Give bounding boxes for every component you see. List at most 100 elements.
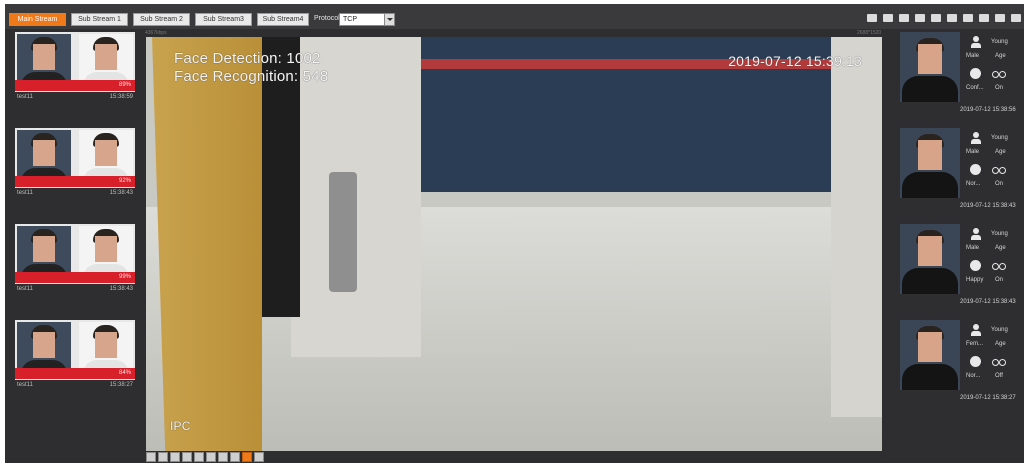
video-scene-bin bbox=[329, 172, 357, 292]
person-name: test11 bbox=[17, 190, 33, 196]
similarity-value: 99% bbox=[118, 274, 131, 280]
face-attribute-card[interactable]: Young Male Age Happy On 2019-07-12 15:38… bbox=[900, 224, 1020, 312]
tab-sub-stream-2[interactable]: Sub Stream 2 bbox=[133, 13, 190, 26]
gender-icon bbox=[970, 132, 982, 144]
stream-toolbar: Main Stream Sub Stream 1 Sub Stream 2 Su… bbox=[5, 4, 1024, 29]
gender-label: Male bbox=[966, 149, 980, 155]
expression-label: Nor... bbox=[966, 373, 981, 379]
gender-label: Male bbox=[966, 245, 980, 251]
video-scene-yellow-pillar bbox=[152, 37, 262, 451]
audio-icon[interactable] bbox=[978, 12, 990, 24]
similarity-bar: 92% bbox=[15, 176, 135, 187]
capture-time: 2019-07-12 15:38:27 bbox=[960, 395, 1016, 401]
person-name: test11 bbox=[17, 382, 33, 388]
capture-time: 15:38:43 bbox=[109, 190, 133, 196]
face-detection-count: Face Detection: 1002 bbox=[174, 50, 321, 67]
face-images: 89% bbox=[15, 32, 135, 92]
face-images: 99% bbox=[15, 224, 135, 284]
toolbar-icon-group bbox=[866, 12, 1022, 24]
age-label: Age bbox=[995, 341, 1006, 347]
similarity-value: 84% bbox=[118, 370, 131, 376]
display-icon[interactable] bbox=[930, 12, 942, 24]
capture-time: 15:38:43 bbox=[109, 286, 133, 292]
person-icon[interactable] bbox=[866, 12, 878, 24]
chevron-down-icon[interactable] bbox=[384, 14, 394, 25]
expression-icon bbox=[970, 164, 982, 176]
face-compare-card[interactable]: 89% test11 15:38:59 bbox=[13, 32, 137, 120]
ptz-icon[interactable] bbox=[146, 452, 156, 462]
grid-icon[interactable] bbox=[194, 452, 204, 462]
face-compare-card[interactable]: 84% test11 15:38:27 bbox=[13, 320, 137, 408]
face-images: 92% bbox=[15, 128, 135, 188]
face-attribute-card[interactable]: Young Male Age Conf... On 2019-07-12 15:… bbox=[900, 32, 1020, 120]
expression-icon bbox=[970, 260, 982, 272]
age-group: Young bbox=[991, 135, 1008, 141]
similarity-value: 92% bbox=[118, 178, 131, 184]
gender-label: Fem... bbox=[966, 341, 984, 347]
tab-sub-stream-3[interactable]: Sub Stream3 bbox=[195, 13, 252, 26]
video-scene-right-wall bbox=[831, 37, 882, 417]
tab-sub-stream-1[interactable]: Sub Stream 1 bbox=[71, 13, 128, 26]
glasses-icon bbox=[992, 356, 1006, 368]
face-images: 84% bbox=[15, 320, 135, 380]
gender-icon bbox=[970, 36, 982, 48]
similarity-bar: 99% bbox=[15, 272, 135, 283]
expression-label: Nor... bbox=[966, 181, 981, 187]
capture-time: 2019-07-12 15:38:43 bbox=[960, 203, 1016, 209]
live-video[interactable]: Face Detection: 1002 Face Recognition: 5… bbox=[146, 37, 882, 451]
person-name: test11 bbox=[17, 94, 33, 100]
tab-sub-stream-4[interactable]: Sub Stream4 bbox=[257, 13, 309, 26]
snapshot-icon[interactable] bbox=[898, 12, 910, 24]
face-icon[interactable] bbox=[242, 452, 252, 462]
fullscreen-icon[interactable] bbox=[962, 12, 974, 24]
glasses-icon bbox=[992, 260, 1006, 272]
gender-label: Male bbox=[966, 53, 980, 59]
capture-time: 15:38:59 bbox=[109, 94, 133, 100]
rules-icon[interactable] bbox=[218, 452, 228, 462]
protocol-label: Protocol bbox=[314, 15, 340, 22]
bitrate-readout: 4367kbps bbox=[145, 30, 167, 36]
similarity-value: 89% bbox=[118, 82, 131, 88]
protocol-value: TCP bbox=[343, 16, 357, 23]
age-group: Young bbox=[991, 231, 1008, 237]
overlay-icon[interactable] bbox=[230, 452, 240, 462]
face-snapshot bbox=[900, 32, 960, 102]
face-attribute-card[interactable]: Young Fem... Age Nor... Off 2019-07-12 1… bbox=[900, 320, 1020, 408]
age-label: Age bbox=[995, 53, 1006, 59]
zoom-icon[interactable] bbox=[158, 452, 168, 462]
glasses-label: On bbox=[995, 85, 1004, 91]
face-compare-card[interactable]: 92% test11 15:38:43 bbox=[13, 128, 137, 216]
similarity-bar: 89% bbox=[15, 80, 135, 91]
expression-label: Happy bbox=[966, 277, 984, 283]
info-icon[interactable] bbox=[1010, 12, 1022, 24]
face-snapshot bbox=[900, 320, 960, 390]
fluency-icon[interactable] bbox=[206, 452, 216, 462]
fit-icon[interactable] bbox=[170, 452, 180, 462]
tab-main-stream[interactable]: Main Stream bbox=[9, 13, 66, 26]
face-attribute-card[interactable]: Young Male Age Nor... On 2019-07-12 15:3… bbox=[900, 128, 1020, 216]
glasses-icon bbox=[992, 164, 1006, 176]
face-recognition-count: Face Recognition: 548 bbox=[174, 68, 329, 85]
age-group: Young bbox=[991, 327, 1008, 333]
video-control-bar bbox=[146, 451, 264, 463]
person-name: test11 bbox=[17, 286, 33, 292]
glasses-icon bbox=[992, 68, 1006, 80]
face-snapshot bbox=[900, 128, 960, 198]
resolution-readout: 2688*1520 bbox=[857, 30, 882, 36]
gender-icon bbox=[970, 228, 982, 240]
channel-name: IPC bbox=[170, 419, 191, 433]
ratio-icon[interactable] bbox=[182, 452, 192, 462]
face-compare-card[interactable]: 99% test11 15:38:43 bbox=[13, 224, 137, 312]
person-icon[interactable] bbox=[882, 12, 894, 24]
camera-icon[interactable] bbox=[946, 12, 958, 24]
video-timestamp: 2019-07-12 15:39:13 bbox=[728, 53, 862, 69]
age-label: Age bbox=[995, 245, 1006, 251]
speaker-icon[interactable] bbox=[994, 12, 1006, 24]
protocol-select[interactable]: TCP bbox=[339, 13, 395, 26]
glasses-label: On bbox=[995, 277, 1004, 283]
expression-icon bbox=[970, 356, 982, 368]
gender-icon bbox=[970, 324, 982, 336]
snap-icon[interactable] bbox=[254, 452, 264, 462]
record-icon[interactable] bbox=[914, 12, 926, 24]
capture-time: 2019-07-12 15:38:43 bbox=[960, 299, 1016, 305]
